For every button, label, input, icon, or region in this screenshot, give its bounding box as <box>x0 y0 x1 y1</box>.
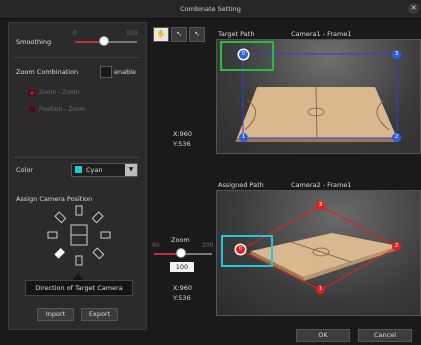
export-button[interactable]: Export <box>81 308 118 321</box>
camera-position-icon[interactable] <box>75 255 83 266</box>
zoom-max-label: 200 <box>202 242 214 249</box>
hand-icon[interactable]: ✋ <box>153 27 169 42</box>
direction-tooltip-text: Direction of Target Camera <box>35 284 123 292</box>
target-path-view[interactable]: 0 3 1 2 <box>216 39 421 154</box>
assigned-point-0[interactable]: 0 <box>236 245 245 254</box>
selection-frame <box>221 235 273 267</box>
court-icon <box>70 224 88 246</box>
radio-position-zoom[interactable] <box>27 105 37 115</box>
camera-position-icon[interactable] <box>91 211 104 224</box>
assigned-path-label: Assigned Path <box>218 181 264 189</box>
plus-pointer-icon[interactable]: ↖ <box>171 27 187 42</box>
zoom-combination-checkbox[interactable] <box>100 66 112 78</box>
cancel-button[interactable]: Cancel <box>358 329 412 342</box>
radio-zoom-zoom-label: Zoom - Zoom <box>39 89 80 96</box>
smoothing-label: Smoothing <box>16 38 52 46</box>
zoom-label: Zoom <box>171 236 190 244</box>
divider <box>12 57 141 58</box>
assigned-y-coord: Y:536 <box>173 294 191 302</box>
zoom-combination-label: Zoom Combination <box>16 68 79 76</box>
target-point-0[interactable]: 0 <box>239 50 248 59</box>
smoothing-slider-handle[interactable] <box>100 37 108 45</box>
smoothing-max-label: 100 <box>126 30 138 37</box>
close-icon[interactable]: ✕ <box>408 3 419 14</box>
ok-button[interactable]: OK <box>296 329 350 342</box>
color-label: Color <box>16 166 33 174</box>
minus-pointer-icon[interactable]: ↖ <box>189 27 205 42</box>
camera-position-icon[interactable] <box>75 205 83 216</box>
assigned-path-view[interactable]: 0 3 2 1 <box>216 190 421 316</box>
assigned-camera-label: Camera2 - Frame1 <box>291 181 352 189</box>
assigned-point-1[interactable]: 1 <box>316 285 325 294</box>
camera-position-icon[interactable] <box>54 211 67 224</box>
enable-label: enable <box>114 68 137 76</box>
target-y-coord: Y:536 <box>173 140 191 148</box>
target-point-3[interactable]: 3 <box>392 50 401 59</box>
camera-position-icon[interactable] <box>100 231 111 239</box>
camera-position-icon[interactable] <box>47 231 58 239</box>
camera-position-selector[interactable] <box>46 203 114 269</box>
target-point-1[interactable]: 1 <box>239 133 248 142</box>
camera-position-icon-selected[interactable] <box>54 248 65 259</box>
assign-camera-label: Assign Camera Position <box>16 195 93 203</box>
radio-zoom-zoom[interactable] <box>27 88 37 98</box>
window-title: Combinate Setting <box>180 5 241 13</box>
chevron-down-icon[interactable]: ▼ <box>125 164 137 176</box>
assigned-x-coord: X:960 <box>173 284 193 292</box>
target-camera-label: Camera1 - Frame1 <box>291 30 352 38</box>
zoom-min-label: 90 <box>152 242 160 249</box>
assigned-point-2[interactable]: 2 <box>392 242 401 251</box>
color-value: Cyan <box>86 166 103 174</box>
divider <box>12 157 141 158</box>
direction-tooltip: Direction of Target Camera <box>25 280 133 296</box>
color-dropdown[interactable]: Cyan ▼ <box>71 163 138 177</box>
smoothing-min-label: 0 <box>73 30 77 37</box>
target-path-label: Target Path <box>218 30 255 38</box>
target-x-coord: X:960 <box>173 130 193 138</box>
zoom-value-input[interactable]: 100 <box>170 262 194 272</box>
tooltip-pointer <box>73 273 83 280</box>
camera-position-icon[interactable] <box>92 247 105 260</box>
assigned-point-3[interactable]: 3 <box>316 201 325 210</box>
radio-position-zoom-label: Position - Zoom <box>39 106 86 113</box>
zoom-slider-handle[interactable] <box>177 249 185 257</box>
target-point-2[interactable]: 2 <box>392 133 401 142</box>
import-button[interactable]: Inport <box>37 308 74 321</box>
color-swatch <box>75 166 82 173</box>
